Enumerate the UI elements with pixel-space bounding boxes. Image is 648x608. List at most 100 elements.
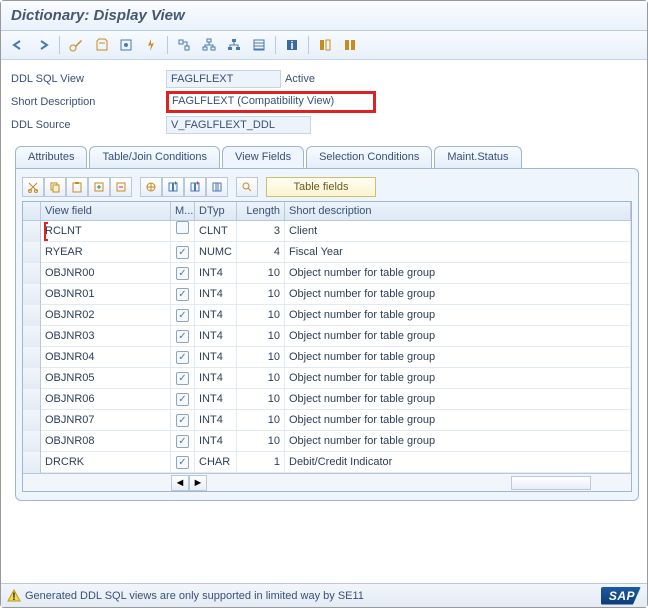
cell-short-desc: Debit/Credit Indicator — [285, 452, 631, 473]
check-icon[interactable] — [115, 35, 137, 55]
forward-icon[interactable] — [32, 35, 54, 55]
cell-short-desc: Object number for table group — [285, 389, 631, 410]
view-fields-grid: View field M... DTyp Length Short descri… — [22, 201, 632, 492]
col-short-desc[interactable]: Short description — [285, 202, 631, 220]
col-dtyp[interactable]: DTyp — [195, 202, 237, 220]
table-row[interactable]: OBJNR01INT410Object number for table gro… — [23, 284, 631, 305]
row-selector[interactable] — [23, 410, 41, 431]
tab-view-fields[interactable]: View Fields — [222, 146, 304, 168]
table-row[interactable]: RCLNTCLNT3Client — [23, 221, 631, 242]
where-used-icon[interactable] — [173, 35, 195, 55]
cell-mode — [171, 431, 195, 452]
tab-join-conditions[interactable]: Table/Join Conditions — [89, 146, 220, 168]
hierarchy2-icon[interactable] — [223, 35, 245, 55]
status-bar: ! Generated DDL SQL views are only suppo… — [1, 583, 647, 607]
tab-maint-status[interactable]: Maint.Status — [434, 146, 521, 168]
col-mode[interactable]: M... — [171, 202, 195, 220]
checkbox-icon — [176, 393, 189, 406]
append2-icon[interactable] — [339, 35, 361, 55]
cell-dtyp: INT4 — [195, 326, 237, 347]
table-row[interactable]: OBJNR00INT410Object number for table gro… — [23, 263, 631, 284]
table-row[interactable]: DRCRKCHAR1Debit/Credit Indicator — [23, 452, 631, 473]
display-change-icon[interactable] — [65, 35, 87, 55]
other-object-icon[interactable] — [90, 35, 112, 55]
append-icon[interactable] — [314, 35, 336, 55]
cell-mode — [171, 305, 195, 326]
insert-row-icon[interactable] — [88, 177, 110, 197]
predefined-type-icon[interactable] — [140, 177, 162, 197]
cell-dtyp: INT4 — [195, 263, 237, 284]
checkbox-icon — [176, 351, 189, 364]
contents-icon[interactable] — [248, 35, 270, 55]
cell-view-field: OBJNR00 — [41, 263, 171, 284]
table-row[interactable]: OBJNR05INT410Object number for table gro… — [23, 368, 631, 389]
back-icon[interactable] — [7, 35, 29, 55]
delete-col-icon[interactable] — [184, 177, 206, 197]
scroll-thumb[interactable] — [511, 476, 591, 490]
activate-icon[interactable] — [140, 35, 162, 55]
srch-help-icon[interactable] — [236, 177, 258, 197]
svg-text:i: i — [290, 40, 293, 52]
cell-view-field: OBJNR01 — [41, 284, 171, 305]
cell-length: 10 — [237, 326, 285, 347]
cell-dtyp: INT4 — [195, 410, 237, 431]
table-row[interactable]: OBJNR07INT410Object number for table gro… — [23, 410, 631, 431]
tab-selection-conditions[interactable]: Selection Conditions — [306, 146, 432, 168]
sap-logo: SAP — [601, 587, 641, 605]
documentation-icon[interactable]: i — [281, 35, 303, 55]
cell-length: 3 — [237, 221, 285, 242]
table-fields-button[interactable]: Table fields — [266, 177, 376, 197]
cell-length: 10 — [237, 347, 285, 368]
cell-view-field: OBJNR04 — [41, 347, 171, 368]
row-selector[interactable] — [23, 389, 41, 410]
paste-icon[interactable] — [66, 177, 88, 197]
row-selector[interactable] — [23, 347, 41, 368]
cell-short-desc: Client — [285, 221, 631, 242]
delete-row-icon[interactable] — [110, 177, 132, 197]
scroll-right-icon[interactable]: ► — [189, 475, 207, 491]
cell-mode — [171, 452, 195, 473]
col-selector[interactable] — [23, 202, 41, 220]
cell-view-field: OBJNR07 — [41, 410, 171, 431]
table-row[interactable]: OBJNR08INT410Object number for table gro… — [23, 431, 631, 452]
cut-icon[interactable] — [22, 177, 44, 197]
table-row[interactable]: OBJNR06INT410Object number for table gro… — [23, 389, 631, 410]
label-ddl-source: DDL Source — [11, 119, 166, 131]
col-view-field[interactable]: View field — [41, 202, 171, 220]
separator — [275, 36, 276, 54]
cell-short-desc: Object number for table group — [285, 263, 631, 284]
copy-icon[interactable] — [44, 177, 66, 197]
col-length[interactable]: Length — [237, 202, 285, 220]
row-selector[interactable] — [23, 305, 41, 326]
row-selector[interactable] — [23, 242, 41, 263]
row-selector[interactable] — [23, 368, 41, 389]
cell-short-desc: Object number for table group — [285, 368, 631, 389]
col-width-icon[interactable] — [206, 177, 228, 197]
scroll-left-icon[interactable]: ◄ — [171, 475, 189, 491]
cell-short-desc: Object number for table group — [285, 305, 631, 326]
cell-dtyp: INT4 — [195, 305, 237, 326]
grid-body: RCLNTCLNT3ClientRYEARNUMC4Fiscal YearOBJ… — [23, 221, 631, 473]
cell-dtyp: CLNT — [195, 221, 237, 242]
scroll-track[interactable] — [207, 476, 631, 490]
table-row[interactable]: RYEARNUMC4Fiscal Year — [23, 242, 631, 263]
table-row[interactable]: OBJNR02INT410Object number for table gro… — [23, 305, 631, 326]
insert-col-icon[interactable] — [162, 177, 184, 197]
cell-view-field: OBJNR03 — [41, 326, 171, 347]
row-selector[interactable] — [23, 452, 41, 473]
row-selector[interactable] — [23, 263, 41, 284]
row-selector[interactable] — [23, 326, 41, 347]
row-selector[interactable] — [23, 284, 41, 305]
cell-short-desc: Object number for table group — [285, 284, 631, 305]
tab-attributes[interactable]: Attributes — [15, 146, 87, 168]
cell-mode — [171, 368, 195, 389]
cell-view-field: RYEAR — [41, 242, 171, 263]
cell-mode — [171, 326, 195, 347]
row-selector[interactable] — [23, 221, 41, 242]
table-row[interactable]: OBJNR03INT410Object number for table gro… — [23, 326, 631, 347]
cell-dtyp: NUMC — [195, 242, 237, 263]
row-selector[interactable] — [23, 431, 41, 452]
hierarchy-icon[interactable] — [198, 35, 220, 55]
cell-view-field: OBJNR08 — [41, 431, 171, 452]
table-row[interactable]: OBJNR04INT410Object number for table gro… — [23, 347, 631, 368]
